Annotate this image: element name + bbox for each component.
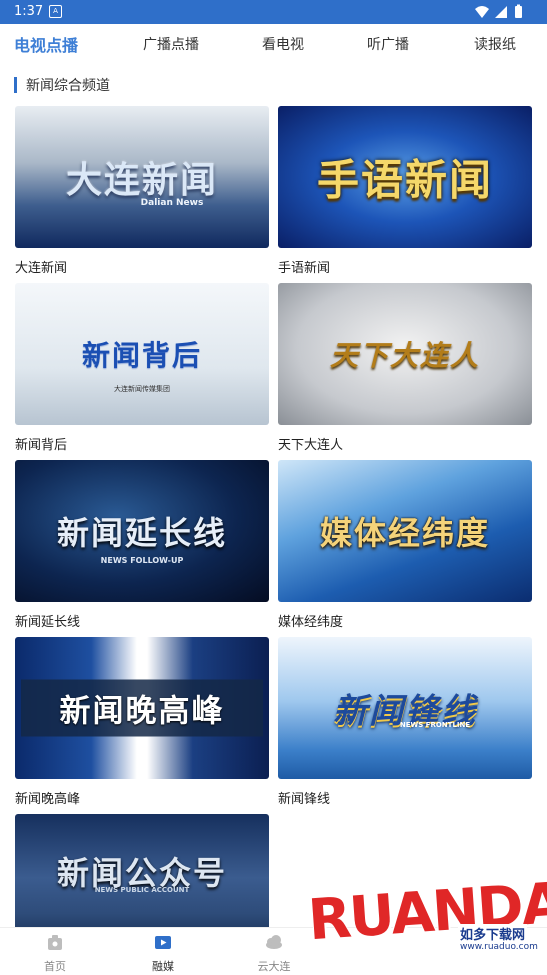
tab-read-newspaper[interactable]: 读报纸	[474, 34, 516, 54]
notification-icon: A	[49, 5, 62, 18]
thumbnail-subtitle: NEWS PUBLIC ACCOUNT	[94, 886, 190, 894]
thumbnail-title: 媒体经纬度	[319, 514, 490, 552]
program-card-dalian-news[interactable]: 大连新闻 Dalian News 大连新闻	[15, 106, 269, 276]
section-title: 新闻综合频道	[26, 78, 110, 94]
program-thumbnail[interactable]: 新闻延长线 NEWS FOLLOW-UP	[15, 460, 269, 602]
program-title: 新闻背后	[15, 438, 68, 453]
section-header: 新闻综合频道	[14, 76, 110, 94]
program-title: 大连新闻	[15, 261, 68, 276]
program-card-behind-the-news[interactable]: 新闻背后 大连新闻传媒集团 新闻背后	[15, 283, 269, 453]
tab-tv-on-demand[interactable]: 电视点播	[14, 32, 78, 56]
thumbnail-title: 新闻延长线	[56, 514, 227, 552]
program-title: 手语新闻	[278, 261, 331, 276]
battery-icon	[515, 6, 522, 18]
category-tabs: 电视点播 广播点播 看电视 听广播 读报纸	[0, 24, 547, 62]
tab-watch-tv[interactable]: 看电视	[262, 34, 304, 54]
thumbnail-subtitle: 大连新闻传媒集团	[114, 385, 170, 393]
program-title: 媒体经纬度	[278, 615, 344, 630]
program-title: 新闻锋线	[278, 792, 331, 807]
status-bar: 1:37 A	[0, 0, 547, 24]
system-status-icons	[475, 4, 522, 18]
nav-home[interactable]: 首页	[15, 932, 95, 974]
thumbnail-title: 手语新闻	[316, 155, 493, 205]
program-thumbnail[interactable]: 新闻晚高峰	[15, 637, 269, 779]
program-thumbnail[interactable]: 大连新闻 Dalian News	[15, 106, 269, 248]
program-card-dalian-people[interactable]: 天下大连人 天下大连人	[278, 283, 532, 453]
program-card-sign-language-news[interactable]: 手语新闻 手语新闻	[278, 106, 532, 276]
thumbnail-title: 新闻晚高峰	[21, 679, 263, 737]
program-card-news-evening-peak[interactable]: 新闻晚高峰 新闻晚高峰	[15, 637, 269, 807]
media-play-icon	[155, 936, 171, 949]
tab-radio-on-demand[interactable]: 广播点播	[143, 34, 199, 54]
program-title: 新闻晚高峰	[15, 792, 81, 807]
thumbnail-title: 天下大连人	[329, 339, 480, 372]
nav-label: 首页	[44, 960, 66, 973]
watermark-text: 如多下载网	[458, 924, 528, 943]
thumbnail-subtitle: Dalian News	[140, 198, 204, 208]
program-card-media-latitude[interactable]: 媒体经纬度 媒体经纬度	[278, 460, 532, 630]
thumbnail-title: 大连新闻	[65, 159, 218, 201]
program-thumbnail[interactable]: 媒体经纬度	[278, 460, 532, 602]
section-accent-bar	[14, 77, 17, 93]
signal-icon	[495, 6, 507, 18]
nav-label: 融媒	[152, 960, 174, 973]
watermark-url: www.ruaduo.com	[458, 942, 540, 952]
program-thumbnail[interactable]: 天下大连人	[278, 283, 532, 425]
thumbnail-subtitle: NEWS FOLLOW-UP	[100, 556, 184, 565]
nav-media[interactable]: 融媒	[123, 932, 203, 974]
home-icon	[48, 935, 62, 950]
tab-listen-radio[interactable]: 听广播	[367, 34, 409, 54]
program-card-news-frontline[interactable]: 新闻锋线 NEWS FRONTLINE 新闻锋线	[278, 637, 532, 807]
program-title: 天下大连人	[278, 438, 344, 453]
program-card-news-follow-up[interactable]: 新闻延长线 NEWS FOLLOW-UP 新闻延长线	[15, 460, 269, 630]
thumbnail-title: 新闻背后	[81, 339, 202, 372]
program-thumbnail[interactable]: 新闻背后 大连新闻传媒集团	[15, 283, 269, 425]
watermark-logo: RUANDAO 如多下载网 www.ruaduo.com	[302, 868, 547, 964]
wifi-icon	[475, 6, 489, 18]
thumbnail-subtitle: NEWS FRONTLINE	[399, 721, 471, 729]
program-thumbnail[interactable]: 新闻锋线 NEWS FRONTLINE	[278, 637, 532, 779]
program-title: 新闻延长线	[15, 615, 81, 630]
cloud-icon	[266, 935, 282, 949]
status-time: 1:37	[14, 4, 44, 19]
program-thumbnail[interactable]: 手语新闻	[278, 106, 532, 248]
